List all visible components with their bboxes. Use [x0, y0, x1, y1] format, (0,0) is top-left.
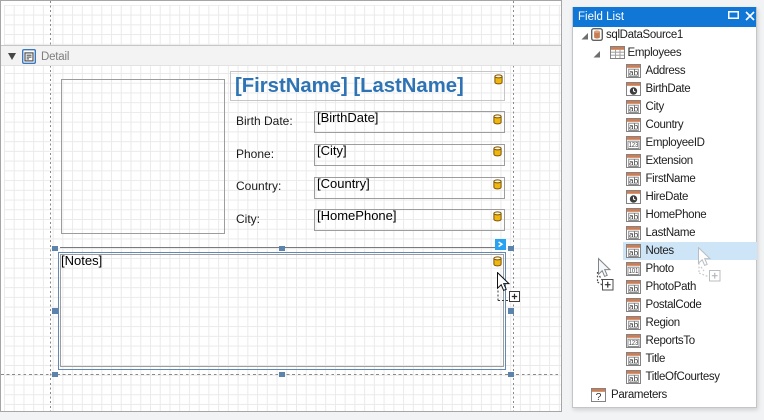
svg-text:ab: ab — [629, 122, 638, 131]
svg-text:ab: ab — [629, 176, 638, 185]
svg-text:ab: ab — [629, 212, 638, 221]
svg-text:ab: ab — [629, 104, 638, 113]
svg-text:ab: ab — [629, 374, 638, 383]
svg-text:123: 123 — [629, 340, 639, 347]
svg-text:ab: ab — [629, 302, 638, 311]
svg-text:ab: ab — [629, 320, 638, 329]
svg-text:123: 123 — [629, 142, 639, 149]
svg-text:101: 101 — [629, 268, 639, 275]
svg-text:ab: ab — [629, 68, 638, 77]
svg-text:ab: ab — [629, 158, 638, 167]
svg-text:?: ? — [596, 391, 602, 402]
svg-text:ab: ab — [629, 284, 638, 293]
svg-text:ab: ab — [629, 248, 638, 257]
svg-text:ab: ab — [629, 230, 638, 239]
svg-text:ab: ab — [629, 356, 638, 365]
